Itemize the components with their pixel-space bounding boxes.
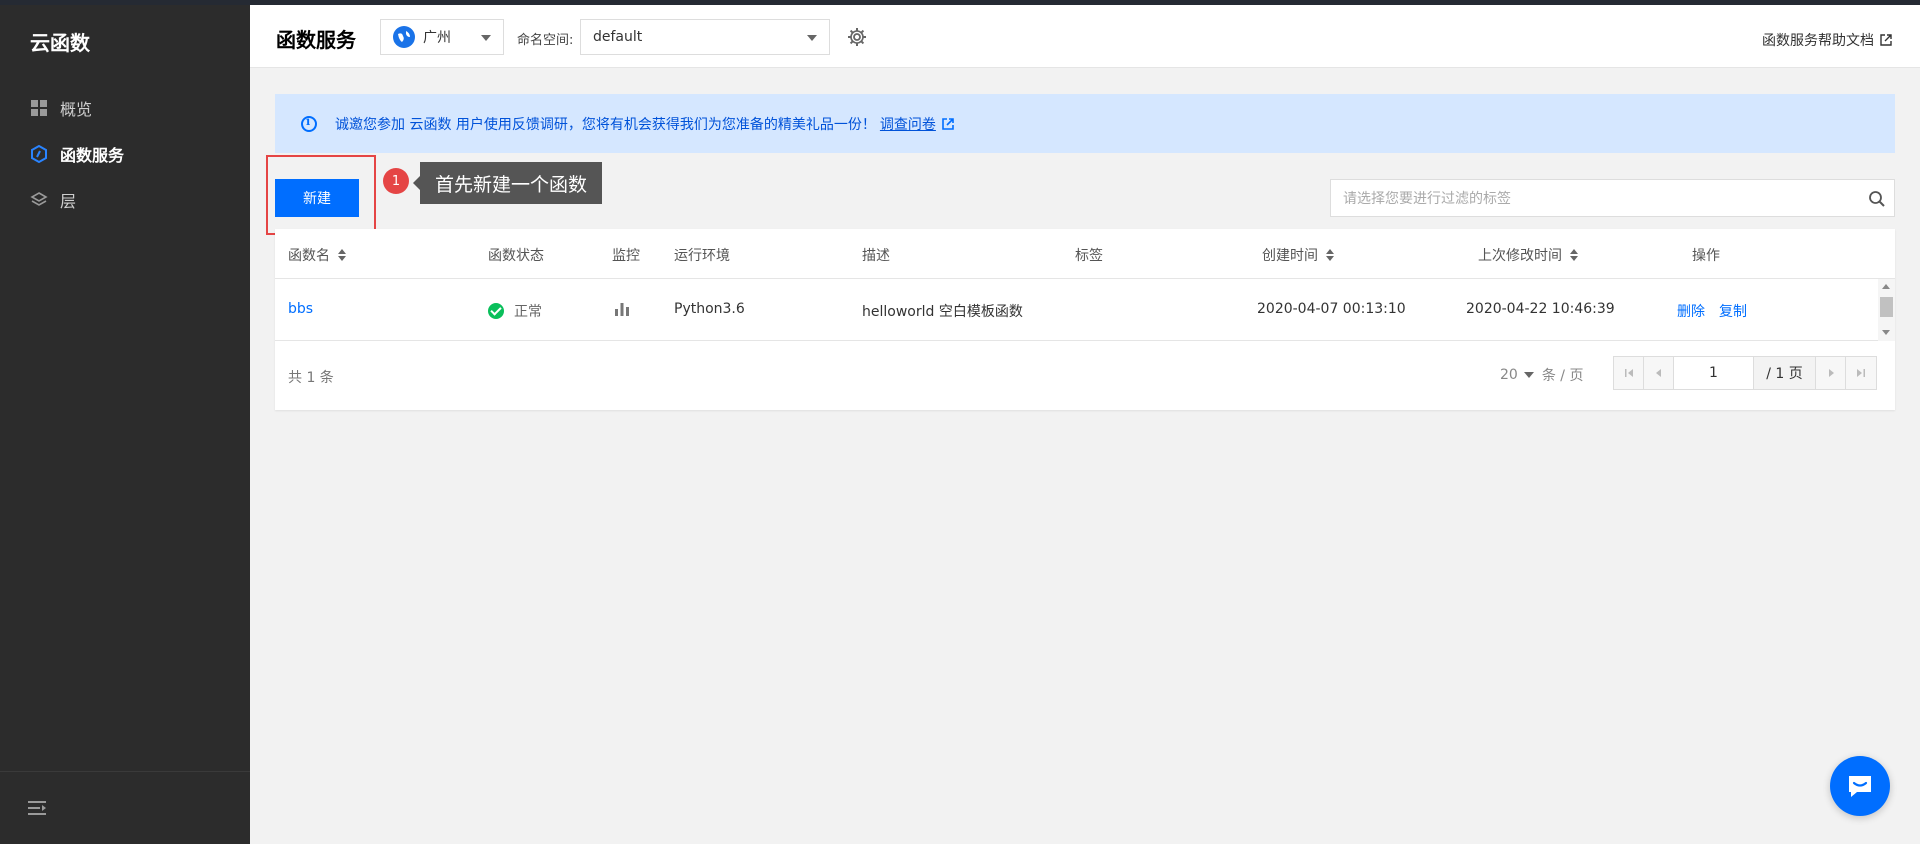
help-doc-label: 函数服务帮助文档 xyxy=(1762,33,1874,49)
bar-chart-icon[interactable] xyxy=(614,301,630,317)
column-description: 描述 xyxy=(862,248,890,264)
step-badge: 1 xyxy=(383,168,409,194)
search-icon[interactable] xyxy=(1868,190,1886,208)
column-runtime: 运行环境 xyxy=(674,248,730,264)
column-name[interactable]: 函数名 xyxy=(288,245,346,265)
region-value: 广州 xyxy=(423,30,451,46)
sort-icon[interactable] xyxy=(1570,249,1578,261)
total-count: 共 1 条 xyxy=(288,370,334,386)
function-status: 正常 xyxy=(488,301,542,321)
delete-button[interactable]: 删除 xyxy=(1677,301,1705,321)
first-page-icon[interactable] xyxy=(1614,357,1644,389)
scroll-up-icon[interactable] xyxy=(1882,284,1890,289)
function-runtime: Python3.6 xyxy=(674,301,745,317)
table-header: 函数名 函数状态 监控 运行环境 描述 标签 创建时间 上次修改时间 操作 xyxy=(275,229,1895,279)
collapse-sidebar-icon[interactable] xyxy=(28,799,48,817)
sort-icon[interactable] xyxy=(1326,249,1334,261)
column-actions: 操作 xyxy=(1692,248,1720,264)
scroll-thumb[interactable] xyxy=(1880,297,1893,317)
external-link-icon xyxy=(942,117,954,130)
function-description: helloworld 空白模板函数 xyxy=(862,304,1023,320)
next-page-icon[interactable] xyxy=(1816,357,1846,389)
sidebar-item-label: 层 xyxy=(60,192,77,211)
survey-link[interactable]: 调查问卷 xyxy=(880,114,936,134)
chevron-down-icon xyxy=(481,35,491,41)
prev-page-icon[interactable] xyxy=(1644,357,1674,389)
sidebar-item-functions[interactable]: 函数服务 xyxy=(0,132,250,176)
info-icon xyxy=(301,115,317,132)
pagination: 1 / 1 页 xyxy=(1613,356,1877,390)
table-footer: 共 1 条 20 条 / 页 1 / 1 页 xyxy=(275,341,1895,410)
function-created: 2020-04-07 00:13:10 xyxy=(1257,301,1406,317)
chat-support-button[interactable] xyxy=(1830,756,1890,816)
help-doc-link[interactable]: 函数服务帮助文档 xyxy=(1762,30,1892,50)
layers-icon xyxy=(30,191,48,209)
namespace-value: default xyxy=(593,29,643,45)
page-header: 函数服务 广州 命名空间: default 函数服务帮助文档 xyxy=(250,5,1920,68)
namespace-select[interactable]: default xyxy=(580,19,830,55)
column-monitor: 监控 xyxy=(612,248,640,264)
column-tags: 标签 xyxy=(1075,248,1103,264)
scroll-down-icon[interactable] xyxy=(1882,330,1890,335)
page-size-select[interactable]: 20 条 / 页 xyxy=(1500,365,1583,385)
sidebar-item-overview[interactable]: 概览 xyxy=(0,86,250,130)
function-name-link[interactable]: bbs xyxy=(288,301,313,317)
tag-search-input[interactable]: 请选择您要进行过滤的标签 xyxy=(1330,179,1895,217)
function-modified: 2020-04-22 10:46:39 xyxy=(1466,301,1615,317)
sidebar: 云函数 概览 函数服务 层 xyxy=(0,5,250,844)
chevron-down-icon xyxy=(1523,372,1534,378)
guide-tooltip: 首先新建一个函数 xyxy=(412,162,603,204)
sidebar-brand: 云函数 xyxy=(30,31,90,55)
gear-icon[interactable] xyxy=(847,27,867,47)
sort-icon[interactable] xyxy=(338,249,346,261)
check-circle-icon xyxy=(488,303,504,319)
region-select[interactable]: 广州 xyxy=(380,19,504,55)
page-number-input[interactable]: 1 xyxy=(1674,357,1754,389)
last-page-icon[interactable] xyxy=(1846,357,1876,389)
page-total: / 1 页 xyxy=(1754,357,1816,389)
external-link-icon xyxy=(1880,34,1892,46)
table-scrollbar[interactable] xyxy=(1878,279,1895,341)
sidebar-item-layers[interactable]: 层 xyxy=(0,178,250,222)
column-created[interactable]: 创建时间 xyxy=(1262,245,1334,265)
chat-icon xyxy=(1849,776,1871,797)
copy-button[interactable]: 复制 xyxy=(1719,301,1747,321)
grid-icon xyxy=(30,99,48,117)
function-icon xyxy=(30,145,48,163)
notice-text: 诚邀您参加 云函数 用户使用反馈调研，您将有机会获得我们为您准备的精美礼品一份！ xyxy=(335,116,876,133)
function-table: 函数名 函数状态 监控 运行环境 描述 标签 创建时间 上次修改时间 操作 bb… xyxy=(275,229,1895,410)
table-row: bbs 正常 Python3.6 helloworld 空白模板函数 2020-… xyxy=(275,279,1895,341)
namespace-label: 命名空间: xyxy=(517,33,574,48)
globe-icon xyxy=(393,26,415,48)
tag-search-placeholder: 请选择您要进行过滤的标签 xyxy=(1343,191,1511,207)
sidebar-item-label: 函数服务 xyxy=(60,146,125,165)
column-modified[interactable]: 上次修改时间 xyxy=(1478,245,1578,265)
survey-notice: 诚邀您参加 云函数 用户使用反馈调研，您将有机会获得我们为您准备的精美礼品一份！… xyxy=(275,94,1895,153)
chevron-down-icon xyxy=(807,35,817,41)
sidebar-divider xyxy=(0,771,250,772)
page-title: 函数服务 xyxy=(276,28,356,52)
new-function-button[interactable]: 新建 xyxy=(275,179,359,217)
sidebar-item-label: 概览 xyxy=(60,100,93,119)
column-status: 函数状态 xyxy=(488,248,544,264)
